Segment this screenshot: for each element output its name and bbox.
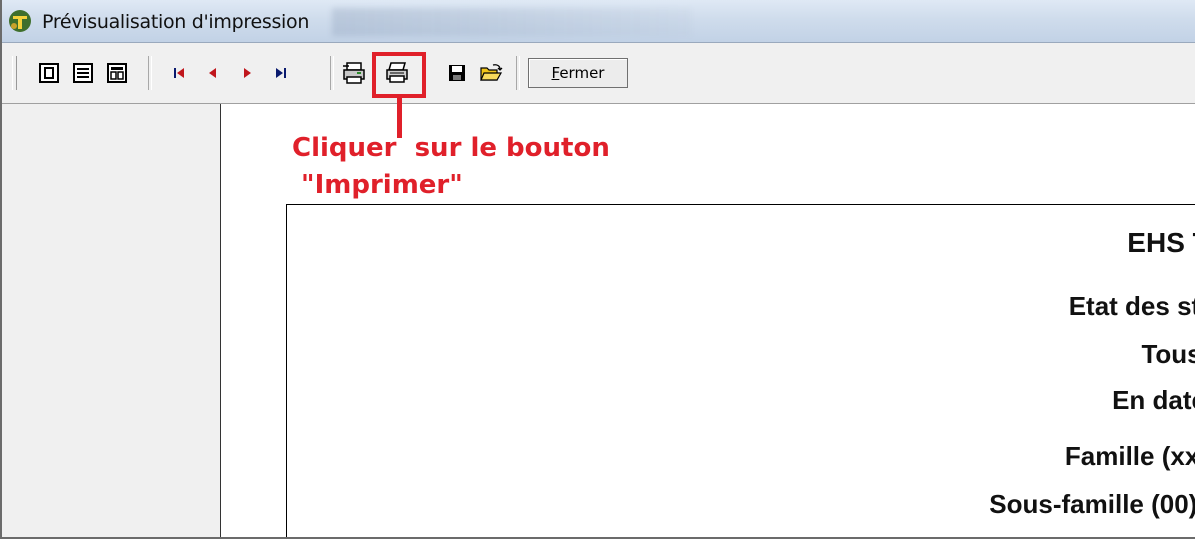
window-title: Prévisualisation d'impression bbox=[42, 11, 310, 33]
toolbar-separator bbox=[148, 56, 152, 90]
printer-setup-button[interactable] bbox=[340, 58, 370, 88]
multi-page-view-button[interactable] bbox=[102, 58, 132, 88]
report-title: EHS TAZ bbox=[1127, 227, 1195, 258]
previous-page-button[interactable] bbox=[198, 58, 228, 88]
print-button-highlight bbox=[372, 52, 426, 98]
save-icon bbox=[449, 65, 465, 81]
app-icon bbox=[9, 10, 31, 32]
next-page-icon bbox=[244, 68, 251, 78]
toolbar-separator bbox=[516, 56, 520, 90]
annotation-pointer bbox=[397, 96, 402, 138]
page-width-view-button[interactable] bbox=[68, 58, 98, 88]
close-button[interactable]: Fermer bbox=[528, 58, 628, 88]
title-bar-background bbox=[332, 8, 692, 36]
first-page-icon bbox=[174, 68, 184, 78]
previous-page-icon bbox=[209, 68, 216, 78]
report-subfamily: Sous-famille (00) tou bbox=[989, 489, 1195, 519]
page-width-icon bbox=[73, 63, 93, 83]
last-page-icon bbox=[276, 68, 286, 78]
close-button-label: ermer bbox=[559, 64, 605, 82]
preview-area[interactable]: EHS TAZ Etat des stock Tous les En date … bbox=[221, 104, 1195, 537]
single-page-icon bbox=[39, 63, 59, 83]
report-date: En date du bbox=[1112, 385, 1195, 415]
printer-setup-icon bbox=[343, 62, 365, 84]
open-folder-icon bbox=[480, 64, 503, 81]
report-subtitle: Etat des stock bbox=[1068, 291, 1195, 321]
title-bar[interactable]: Prévisualisation d'impression bbox=[2, 0, 1195, 43]
annotation-line-2: "Imprimer" bbox=[292, 170, 463, 200]
toolbar-separator bbox=[330, 56, 334, 90]
print-preview-window: Prévisualisation d'impression Fermer EHS… bbox=[0, 0, 1195, 539]
report-page: EHS TAZ Etat des stock Tous les En date … bbox=[286, 204, 1195, 537]
report-scope: Tous les bbox=[1141, 339, 1195, 369]
multi-page-icon bbox=[107, 63, 127, 83]
annotation-line-1: Cliquer sur le bouton bbox=[292, 133, 610, 163]
first-page-button[interactable] bbox=[164, 58, 194, 88]
last-page-button[interactable] bbox=[266, 58, 296, 88]
report-family: Famille (xx) To bbox=[1064, 441, 1195, 471]
toolbar-grip[interactable] bbox=[12, 56, 17, 90]
next-page-button[interactable] bbox=[232, 58, 262, 88]
single-page-view-button[interactable] bbox=[34, 58, 64, 88]
open-button[interactable] bbox=[476, 58, 506, 88]
toolbar: Fermer bbox=[2, 43, 1195, 104]
left-pane bbox=[4, 104, 221, 537]
save-button[interactable] bbox=[442, 58, 472, 88]
